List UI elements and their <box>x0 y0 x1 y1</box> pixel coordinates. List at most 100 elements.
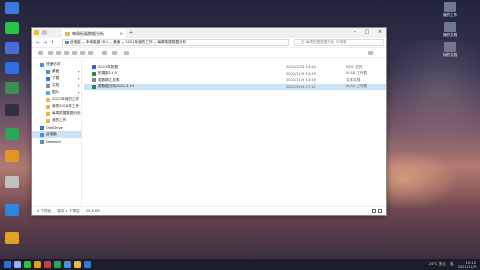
file-row[interactable]: 周数据汇总表 2021/11/3 13:45 文本文档 <box>84 77 386 83</box>
menu-icon[interactable] <box>42 30 47 35</box>
details-view-icon[interactable] <box>372 209 376 213</box>
sidebar-item[interactable]: 文档 ✦ <box>32 82 82 89</box>
sidebar-item[interactable]: 2021年我的工作 <box>32 96 82 103</box>
sidebar-item[interactable]: 我的工作 <box>32 117 82 124</box>
pin-icon[interactable]: ✦ <box>77 84 80 88</box>
taskbar-icons <box>4 261 91 268</box>
desktop-icon[interactable] <box>1 104 23 117</box>
command-toolbar <box>32 49 386 58</box>
desktop-icon[interactable] <box>1 150 23 163</box>
breadcrumb-segment[interactable]: 本地磁盘 (D:) <box>86 40 108 45</box>
address-bar[interactable]: 此电脑 > 本地磁盘 (D:) > 桌面 >2021年我的工作 > 每周拓展数据分析 <box>62 39 289 46</box>
desktop-icon[interactable] <box>1 128 23 141</box>
weather-status[interactable]: 24°C 多云 <box>429 262 446 267</box>
sort-icon[interactable] <box>102 51 107 55</box>
app-icon <box>5 128 19 140</box>
taskbar: 24°C 多云 英 10:12 2021/11/9 <box>0 259 480 270</box>
breadcrumb-segment[interactable]: 此电脑 <box>70 40 81 45</box>
breadcrumb-segment[interactable]: 每周拓展数据分析 <box>157 40 186 45</box>
desktop-icon[interactable] <box>1 82 23 95</box>
desktop-icon[interactable] <box>1 22 23 35</box>
tab-title: 每周拓展数据分析 <box>72 30 104 36</box>
sidebar-item[interactable]: Network <box>32 138 82 145</box>
details-icon[interactable] <box>368 51 373 55</box>
taskbar-app-icon[interactable] <box>34 261 41 268</box>
file-row[interactable]: 周数据分析2021.4.19 2021/4/19 17:11 XLSX 工作表 <box>84 83 386 90</box>
paste-icon[interactable] <box>64 51 69 55</box>
sidebar-item-label: 图片 <box>52 90 60 94</box>
sidebar-item[interactable]: OneDrive <box>32 124 82 131</box>
copy-icon[interactable] <box>56 51 61 55</box>
view-toggle <box>372 209 382 213</box>
sidebar-item[interactable]: 下载 ✦ <box>32 75 82 82</box>
pin-icon[interactable]: ✦ <box>77 91 80 95</box>
file-type: DOC 文件 <box>346 64 363 69</box>
clock-date: 2021/11/9 <box>457 264 476 269</box>
folder-icon <box>40 125 44 130</box>
app-icon <box>5 232 19 244</box>
share-icon[interactable] <box>80 51 85 55</box>
desktop-icon[interactable] <box>1 176 23 189</box>
sidebar-item[interactable]: 桌面 ✦ <box>32 68 82 75</box>
folder-icon <box>46 104 50 109</box>
file-type-icon <box>92 78 96 82</box>
pin-icon[interactable]: ✦ <box>77 70 80 74</box>
desktop-icon[interactable] <box>1 204 23 217</box>
sidebar-item[interactable]: 图片 ✦ <box>32 89 82 96</box>
rename-icon[interactable] <box>72 51 77 55</box>
forward-arrow-icon[interactable]: → <box>43 40 47 46</box>
sidebar-item[interactable]: 我的2018年工作 <box>32 103 82 110</box>
app-icon <box>5 2 19 14</box>
sidebar-item[interactable]: 快速访问 <box>32 61 82 68</box>
desktop-icon[interactable] <box>1 2 23 15</box>
new-tab-button[interactable]: + <box>129 30 133 36</box>
taskbar-app-icon[interactable] <box>54 261 61 268</box>
delete-icon[interactable] <box>88 51 93 55</box>
back-arrow-icon[interactable]: ← <box>36 40 40 46</box>
sidebar-item[interactable]: 此电脑 <box>32 131 82 138</box>
taskbar-app-icon[interactable] <box>44 261 51 268</box>
sidebar-item-label: 此电脑 <box>46 132 57 136</box>
sidebar-item-label: 我的工作 <box>52 118 67 122</box>
taskbar-app-icon[interactable] <box>24 261 31 268</box>
desktop-folder-shortcut[interactable]: 我的工作 <box>436 2 464 18</box>
desktop-icon[interactable] <box>1 232 23 245</box>
pin-icon[interactable]: ✦ <box>77 77 80 81</box>
taskbar-app-icon[interactable] <box>4 261 11 268</box>
more-icon[interactable] <box>124 51 129 55</box>
ime-indicator[interactable]: 英 <box>450 262 454 267</box>
sidebar-item-label: 快速访问 <box>46 62 61 66</box>
taskbar-app-icon[interactable] <box>84 261 91 268</box>
tab-current-folder[interactable]: 每周拓展数据分析 × <box>62 29 126 38</box>
desktop-icon[interactable] <box>1 42 23 55</box>
cut-icon[interactable] <box>48 51 53 55</box>
tiles-view-icon[interactable] <box>378 209 382 213</box>
system-tray: 24°C 多云 英 10:12 2021/11/9 <box>429 260 476 269</box>
breadcrumb-segment[interactable]: 2021年我的工作 <box>125 40 152 45</box>
sidebar-item[interactable]: 每周拓展数据分析 <box>32 110 82 117</box>
new-icon[interactable] <box>38 51 43 55</box>
breadcrumb-segment[interactable]: 桌面 <box>113 40 120 45</box>
minimize-button[interactable]: – <box>350 29 360 35</box>
view-icon[interactable] <box>112 51 117 55</box>
taskbar-app-icon[interactable] <box>64 261 71 268</box>
close-window-button[interactable]: × <box>375 29 385 35</box>
title-bar[interactable]: 每周拓展数据分析 × + – □ × <box>32 28 386 38</box>
desktop-folder-label: 我的工作 <box>442 13 458 17</box>
file-row[interactable]: 2021年数据 2021/2/23 14:42 DOC 文件 <box>84 64 386 70</box>
folder-icon <box>40 132 44 137</box>
taskbar-app-icon[interactable] <box>14 261 21 268</box>
desktop-icon[interactable] <box>1 62 23 75</box>
search-input[interactable]: ⌕ 在 每周拓展数据分析 中搜索 <box>294 39 384 46</box>
close-tab-icon[interactable]: × <box>120 31 123 36</box>
up-arrow-icon[interactable]: ↑ <box>50 40 54 46</box>
maximize-button[interactable]: □ <box>362 29 372 35</box>
navigation-bar: ← → ↑ 此电脑 > 本地磁盘 (D:) > 桌面 >2021年我的工作 > 每周拓展数据分… <box>32 38 386 48</box>
clock[interactable]: 10:12 2021/11/9 <box>458 261 476 269</box>
breadcrumb-separator: > <box>109 40 113 45</box>
file-type-icon <box>92 71 96 76</box>
file-row[interactable]: 拓展部11.9 2021/11/9 15:59 XLSX 工作表 <box>84 71 386 77</box>
taskbar-app-icon[interactable] <box>74 261 81 268</box>
desktop-folder-shortcut[interactable]: 你的文档 <box>436 42 464 58</box>
desktop-folder-shortcut[interactable]: 我的文档 <box>436 22 464 38</box>
